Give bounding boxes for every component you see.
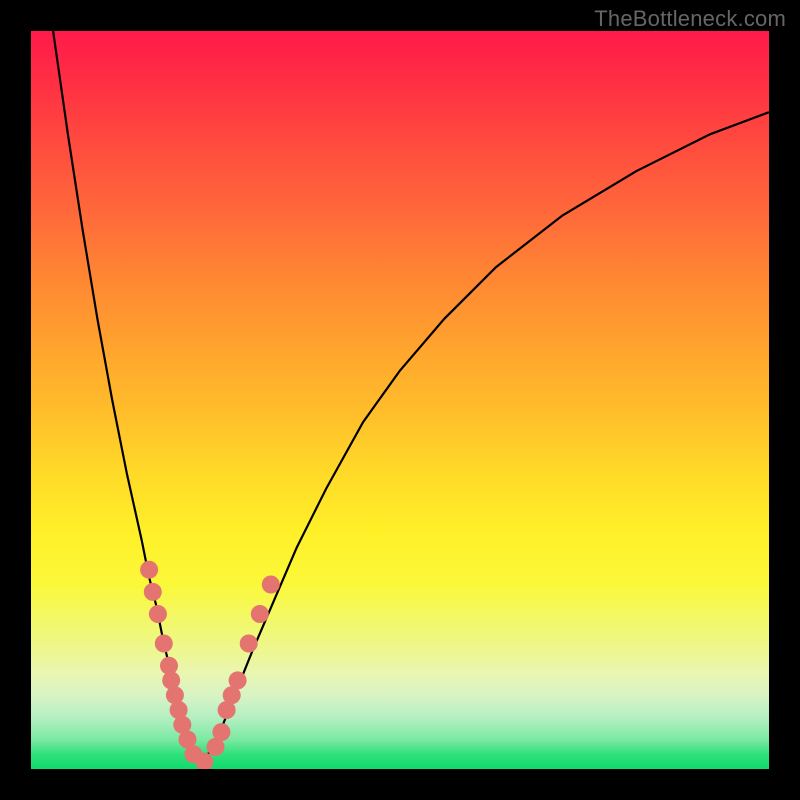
marker-point [212, 723, 230, 741]
chart-svg [31, 31, 769, 769]
plot-area [31, 31, 769, 769]
chart-frame: TheBottleneck.com [0, 0, 800, 800]
marker-group [140, 561, 280, 769]
curve-right-branch [208, 112, 769, 754]
marker-point [262, 576, 280, 594]
watermark-text: TheBottleneck.com [594, 6, 786, 32]
marker-point [149, 605, 167, 623]
marker-point [140, 561, 158, 579]
marker-point [251, 605, 269, 623]
marker-point [240, 635, 258, 653]
marker-point [144, 583, 162, 601]
marker-point [229, 671, 247, 689]
marker-point [155, 635, 173, 653]
